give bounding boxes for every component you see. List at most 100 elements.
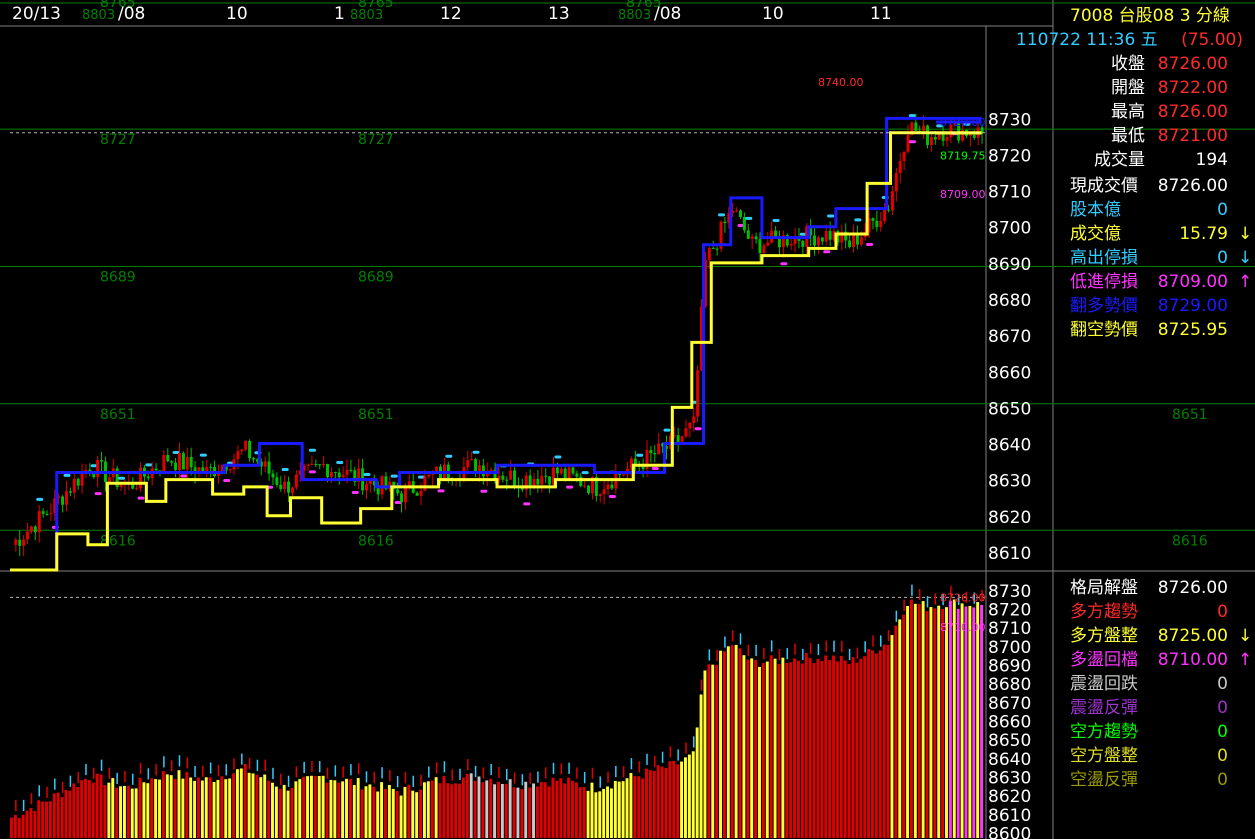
level-label: 8727 — [100, 132, 136, 148]
trend-bar — [808, 657, 812, 838]
trend-bar — [929, 607, 933, 838]
candle-body — [754, 236, 758, 240]
candle-body — [696, 370, 700, 417]
candle-body — [567, 467, 571, 479]
trend-bar — [742, 655, 746, 838]
trend-bar — [177, 770, 181, 838]
trend-bar — [321, 775, 325, 838]
info-value: 8729.00 — [1158, 296, 1228, 316]
trend-bar — [95, 773, 99, 838]
trend-bar — [726, 646, 730, 838]
info-arrow: ↑ — [1238, 650, 1252, 670]
trend-bar — [571, 780, 574, 838]
candle-body — [228, 469, 232, 471]
trend-bar — [656, 765, 660, 838]
trend-bar — [25, 810, 29, 838]
bear-flip-line — [10, 131, 982, 572]
candle-body — [618, 473, 622, 476]
candle-body — [177, 453, 181, 470]
trend-bar — [902, 614, 906, 838]
candle-body — [368, 480, 372, 485]
trend-bar — [235, 769, 239, 838]
trend-bar — [271, 782, 274, 838]
info-label: 開盤 — [1111, 78, 1145, 98]
trend-bar — [878, 650, 882, 838]
high-marker — [308, 448, 316, 452]
price-annotation: 8719.75 — [940, 149, 986, 162]
candle-body — [774, 230, 778, 238]
trend-bar — [473, 780, 477, 838]
trend-bar — [859, 658, 863, 838]
info-label: 低進停損 — [1070, 272, 1138, 292]
candle-body — [879, 221, 883, 228]
low-marker — [523, 502, 531, 506]
candle-body — [80, 472, 84, 486]
trend-bar — [528, 787, 532, 838]
trend-bar — [395, 790, 399, 838]
trend-bar — [793, 658, 797, 838]
trend-bar — [941, 608, 945, 838]
info-label: 多盪回檔 — [1070, 650, 1138, 670]
trend-bar — [602, 788, 606, 838]
trend-bar — [719, 650, 722, 838]
candle-body — [688, 422, 692, 429]
trend-bar — [411, 790, 415, 838]
trend-bar — [500, 783, 504, 838]
chart-svg[interactable]: 8765 8765 87658727 87278689 86898651 8651 8651… — [0, 0, 1255, 839]
level-label: 8616 — [358, 533, 394, 549]
candle-body — [801, 240, 805, 247]
high-marker — [827, 214, 835, 218]
candle-body — [606, 484, 610, 490]
trend-bar — [278, 788, 282, 838]
trend-bar — [855, 662, 859, 838]
candle-body — [649, 450, 653, 454]
candle-body — [583, 485, 587, 487]
candle-body — [746, 230, 750, 239]
trend-bar — [41, 801, 45, 838]
trend-bar — [158, 779, 161, 838]
trend-bar — [200, 780, 204, 838]
candle-body — [571, 467, 575, 474]
candle-body — [622, 474, 626, 476]
info-label: 收盤 — [1111, 54, 1145, 74]
info-value: 0 — [1217, 674, 1228, 694]
trend-bar — [489, 778, 493, 838]
trend-bar — [582, 786, 586, 838]
symbol-title: 7008 台股08 3 分線 — [1070, 6, 1230, 26]
trend-bar — [937, 605, 941, 838]
trend-bar — [871, 650, 874, 838]
trend-bar — [64, 789, 68, 838]
trend-bar — [645, 768, 648, 838]
price-y-tick: 8720 — [988, 146, 1031, 166]
trend-bar — [820, 660, 824, 838]
candle-body — [154, 468, 158, 471]
low-marker — [651, 467, 659, 471]
candle-body — [653, 453, 657, 455]
trend-bar — [91, 782, 95, 838]
trend-bar — [313, 775, 317, 838]
trend-bar — [317, 775, 321, 838]
trend-bar — [925, 611, 929, 838]
info-value: 8709.00 — [1158, 272, 1228, 292]
trend-bar — [980, 604, 984, 838]
candle-body — [415, 492, 419, 496]
trend-bar — [898, 619, 902, 838]
candle-body — [26, 531, 30, 540]
trend-bar — [364, 786, 368, 838]
trend-bar — [913, 603, 917, 838]
trend-bar — [422, 782, 426, 838]
candle-body — [275, 477, 279, 485]
candle-body — [890, 191, 894, 211]
trend-bar — [29, 808, 33, 838]
trend-bar — [212, 782, 216, 838]
trend-bar — [263, 774, 267, 838]
candle-body — [349, 469, 353, 471]
trend-bar — [169, 775, 173, 838]
info-value: 0 — [1217, 200, 1228, 220]
candle-body — [341, 474, 345, 478]
info-arrow: ↓ — [1238, 248, 1252, 268]
info-value: 0 — [1217, 248, 1228, 268]
trend-bar — [306, 776, 310, 838]
level-label: 8689 — [358, 269, 394, 285]
trend-bar — [886, 644, 890, 838]
